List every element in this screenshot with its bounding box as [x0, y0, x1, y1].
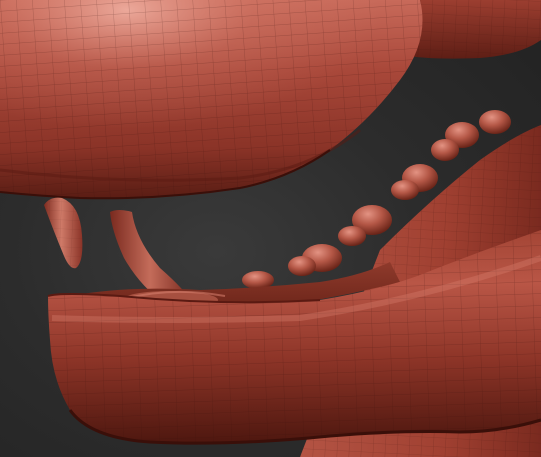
- fang-tooth: [44, 197, 83, 269]
- molar-tooth: [288, 256, 316, 276]
- molar-tooth: [391, 180, 419, 200]
- upper-jaw: [0, 0, 423, 200]
- molar-tooth: [479, 110, 511, 134]
- molar-tooth: [338, 226, 366, 246]
- molar-tooth: [242, 271, 274, 289]
- molar-tooth: [431, 139, 459, 161]
- sculpt-viewport[interactable]: [0, 0, 541, 457]
- sculpt-model-render: [0, 0, 541, 457]
